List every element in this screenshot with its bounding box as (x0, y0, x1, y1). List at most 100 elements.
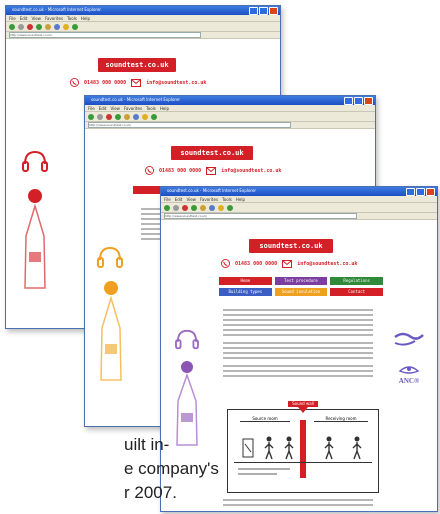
person-figure-icon (324, 436, 334, 460)
back-icon[interactable] (88, 113, 94, 120)
menu-edit[interactable]: Edit (20, 16, 28, 21)
phone-number: 01483 000 0000 (235, 261, 278, 267)
email-address[interactable]: info@soundtest.co.uk (297, 261, 357, 267)
ukas-logo-icon (394, 332, 424, 346)
minimize-button[interactable] (344, 97, 353, 105)
diagram-caption-lines (238, 468, 368, 484)
title-bar: soundtest.co.uk - Microsoft Internet Exp… (85, 96, 375, 105)
email-icon (206, 166, 217, 175)
menu-favorites[interactable]: Favorites (45, 16, 63, 21)
menu-file[interactable]: File (164, 197, 171, 202)
stop-icon[interactable] (106, 113, 112, 120)
diagram-left-label: Source room (240, 416, 290, 422)
headphones-icon (22, 150, 48, 172)
headphones-icon (97, 246, 123, 268)
diagram-right-label: Receiving room (314, 416, 368, 422)
contact-bar: 01483 000 0000 info@soundtest.co.uk (143, 166, 281, 175)
menu-bar: File Edit View Favorites Tools Help (6, 15, 280, 22)
menu-favorites[interactable]: Favorites (200, 197, 218, 202)
footer-text-lines (223, 499, 373, 509)
menu-view[interactable]: View (31, 16, 41, 21)
nav-contact[interactable]: Contact (330, 288, 383, 296)
email-icon (282, 259, 293, 268)
home-icon[interactable] (45, 23, 51, 30)
close-button[interactable] (364, 97, 373, 105)
menu-bar: File Edit View Favorites Tools Help (161, 196, 437, 203)
menu-file[interactable]: File (88, 106, 95, 111)
caption-line-3: r 2007. (124, 483, 177, 502)
search-icon[interactable] (133, 113, 139, 120)
menu-tools[interactable]: Tools (67, 16, 77, 21)
speaker-figure-icon (24, 189, 46, 289)
email-address[interactable]: info@soundtest.co.uk (146, 80, 206, 86)
forward-icon[interactable] (97, 113, 103, 120)
anc-badge: ANC® (398, 377, 420, 385)
person-figure-icon (264, 436, 274, 460)
menu-help[interactable]: Help (81, 16, 90, 21)
menu-file[interactable]: File (9, 16, 16, 21)
menu-view[interactable]: View (186, 197, 196, 202)
minimize-button[interactable] (249, 7, 258, 15)
phone-icon (145, 166, 154, 175)
menu-favorites[interactable]: Favorites (124, 106, 142, 111)
forward-icon[interactable] (173, 204, 179, 211)
stop-icon[interactable] (182, 204, 188, 211)
toolbar (161, 203, 437, 213)
maximize-button[interactable] (416, 188, 425, 196)
favorites-icon[interactable] (63, 23, 69, 30)
nav-test-procedure[interactable]: Test procedure (274, 277, 328, 285)
refresh-icon[interactable] (36, 23, 42, 30)
favorites-icon[interactable] (218, 204, 224, 211)
home-icon[interactable] (124, 113, 130, 120)
email-icon (131, 78, 142, 87)
window-title: soundtest.co.uk - Microsoft Internet Exp… (167, 188, 257, 193)
close-button[interactable] (269, 7, 278, 15)
menu-edit[interactable]: Edit (99, 106, 107, 111)
history-icon[interactable] (151, 113, 157, 120)
site-logo[interactable]: soundtest.co.uk (98, 58, 176, 72)
close-button[interactable] (426, 188, 435, 196)
site-logo[interactable]: soundtest.co.uk (171, 146, 253, 160)
maximize-button[interactable] (354, 97, 363, 105)
menu-view[interactable]: View (110, 106, 120, 111)
contact-bar: 01483 000 0000 info@soundtest.co.uk (219, 259, 357, 268)
caption-line-2: e company's (124, 459, 219, 478)
minimize-button[interactable] (406, 188, 415, 196)
history-icon[interactable] (227, 204, 233, 211)
nav-home[interactable]: Home (219, 277, 272, 285)
history-icon[interactable] (72, 23, 78, 30)
nav-sound-insulation[interactable]: Sound insulation (274, 288, 328, 296)
refresh-icon[interactable] (115, 113, 121, 120)
title-bar: soundtest.co.uk - Microsoft Internet Exp… (6, 6, 280, 15)
nav-regulations[interactable]: Regulations (330, 277, 383, 285)
speaker-icon (242, 438, 254, 458)
stop-icon[interactable] (27, 23, 33, 30)
home-icon[interactable] (200, 204, 206, 211)
diagram-floor (234, 462, 372, 463)
menu-edit[interactable]: Edit (175, 197, 183, 202)
toolbar (6, 22, 280, 32)
body-text-lines (223, 309, 373, 380)
email-address[interactable]: info@soundtest.co.uk (221, 168, 281, 174)
phone-number: 01483 000 0000 (159, 168, 202, 174)
caption-line-1: uilt in- (124, 435, 170, 454)
refresh-icon[interactable] (191, 204, 197, 211)
title-bar: soundtest.co.uk - Microsoft Internet Exp… (161, 187, 437, 196)
back-icon[interactable] (9, 23, 15, 30)
forward-icon[interactable] (18, 23, 24, 30)
nav-building-types[interactable]: Building types (219, 288, 272, 296)
speaker-figure-icon (100, 281, 122, 381)
contact-bar: 01483 000 0000 info@soundtest.co.uk (68, 78, 206, 87)
site-logo[interactable]: soundtest.co.uk (249, 239, 333, 253)
back-icon[interactable] (164, 204, 170, 211)
search-icon[interactable] (54, 23, 60, 30)
menu-help[interactable]: Help (160, 106, 169, 111)
search-icon[interactable] (209, 204, 215, 211)
menu-help[interactable]: Help (236, 197, 245, 202)
favorites-icon[interactable] (142, 113, 148, 120)
maximize-button[interactable] (259, 7, 268, 15)
window-title: soundtest.co.uk - Microsoft Internet Exp… (91, 97, 181, 102)
menu-tools[interactable]: Tools (222, 197, 232, 202)
sound-test-diagram: Sound wall Source room Receiving room (227, 401, 379, 493)
menu-tools[interactable]: Tools (146, 106, 156, 111)
